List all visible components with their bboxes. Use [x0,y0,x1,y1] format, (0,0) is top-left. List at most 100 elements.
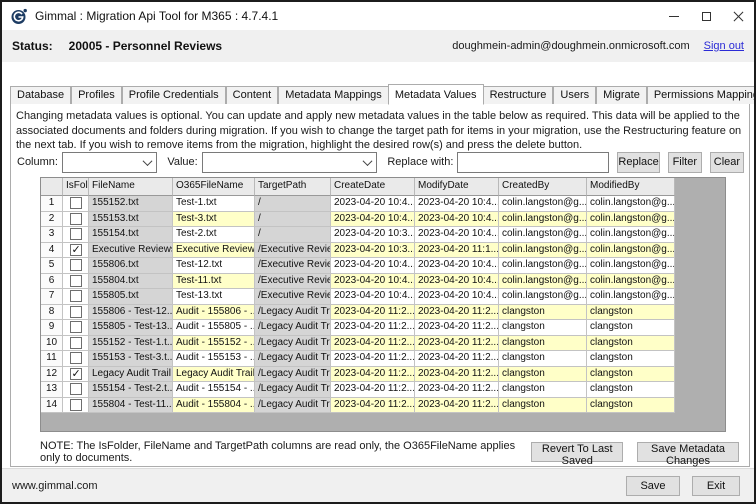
row-number[interactable]: 13 [41,382,63,398]
cell-modifydate[interactable]: 2023-04-20 10:4... [415,227,499,243]
cell-modifydate[interactable]: 2023-04-20 11:2... [415,382,499,398]
cell-createdate[interactable]: 2023-04-20 11:2... [331,336,415,352]
cell-o365filename[interactable]: Audit - 155806 - ... [173,305,255,321]
isfolder-checkbox[interactable] [70,290,82,302]
cell-o365filename[interactable]: Audit - 155152 - ... [173,336,255,352]
cell-modifiedby[interactable]: colin.langston@g... [587,289,675,305]
cell-filename[interactable]: 155805.txt [89,289,173,305]
column-header-filename[interactable]: FileName [89,178,173,196]
cell-createdate[interactable]: 2023-04-20 11:2... [331,382,415,398]
cell-o365filename[interactable]: Executive Reviews [173,243,255,259]
column-header-isfol[interactable]: IsFol [63,178,89,196]
cell-createdby[interactable]: colin.langston@g... [499,227,587,243]
cell-filename[interactable]: 155152 - Test-1.t... [89,336,173,352]
cell-createdate[interactable]: 2023-04-20 10:4... [331,274,415,290]
isfolder-checkbox[interactable] [70,399,82,411]
row-number[interactable]: 10 [41,336,63,352]
cell-createdate[interactable]: 2023-04-20 11:2... [331,367,415,383]
cell-o365filename[interactable]: Legacy Audit Trail [173,367,255,383]
cell-filename[interactable]: 155804.txt [89,274,173,290]
cell-filename[interactable]: 155804 - Test-11... [89,398,173,414]
cell-targetpath[interactable]: /Executive Revie... [255,289,331,305]
cell-createdate[interactable]: 2023-04-20 10:4... [331,289,415,305]
row-number[interactable]: 11 [41,351,63,367]
row-number[interactable]: 2 [41,212,63,228]
row-number[interactable]: 1 [41,196,63,212]
cell-o365filename[interactable]: Test-13.txt [173,289,255,305]
clear-button[interactable]: Clear [710,152,744,173]
cell-o365filename[interactable]: Test-12.txt [173,258,255,274]
cell-createdate[interactable]: 2023-04-20 10:3... [331,243,415,259]
cell-modifydate[interactable]: 2023-04-20 10:4... [415,274,499,290]
tab-metadata-values[interactable]: Metadata Values [388,84,484,105]
row-number[interactable]: 8 [41,305,63,321]
cell-createdby[interactable]: colin.langston@g... [499,274,587,290]
sign-out-link[interactable]: Sign out [704,40,744,52]
cell-targetpath[interactable]: /Legacy Audit Trail [255,305,331,321]
column-header-createdby[interactable]: CreatedBy [499,178,587,196]
cell-o365filename[interactable]: Test-11.txt [173,274,255,290]
row-number[interactable]: 9 [41,320,63,336]
cell-filename[interactable]: Executive Reviews [89,243,173,259]
cell-createdate[interactable]: 2023-04-20 11:2... [331,305,415,321]
cell-modifiedby[interactable]: colin.langston@g... [587,196,675,212]
row-number[interactable]: 6 [41,274,63,290]
isfolder-checkbox[interactable] [70,306,82,318]
isfolder-checkbox[interactable] [70,244,82,256]
column-header-modifydate[interactable]: ModifyDate [415,178,499,196]
cell-createdby[interactable]: colin.langston@g... [499,289,587,305]
cell-targetpath[interactable]: /Legacy Audit Trail [255,351,331,367]
cell-modifiedby[interactable]: clangston [587,336,675,352]
cell-modifiedby[interactable]: clangston [587,320,675,336]
cell-targetpath[interactable]: /Executive Revie... [255,243,331,259]
cell-modifydate[interactable]: 2023-04-20 10:4... [415,212,499,228]
cell-modifiedby[interactable]: colin.langston@g... [587,243,675,259]
cell-modifiedby[interactable]: colin.langston@g... [587,212,675,228]
isfolder-checkbox[interactable] [70,275,82,287]
cell-createdate[interactable]: 2023-04-20 10:4... [331,258,415,274]
close-button[interactable] [722,2,754,30]
cell-modifydate[interactable]: 2023-04-20 11:2... [415,351,499,367]
cell-createdate[interactable]: 2023-04-20 11:2... [331,320,415,336]
cell-filename[interactable]: 155806.txt [89,258,173,274]
isfolder-checkbox[interactable] [70,228,82,240]
cell-createdby[interactable]: clangston [499,351,587,367]
cell-createdate[interactable]: 2023-04-20 10:4... [331,196,415,212]
cell-o365filename[interactable]: Test-2.txt [173,227,255,243]
cell-createdate[interactable]: 2023-04-20 11:2... [331,398,415,414]
cell-createdby[interactable]: clangston [499,398,587,414]
tab-profile-credentials[interactable]: Profile Credentials [122,86,226,104]
cell-targetpath[interactable]: /Legacy Audit Trail [255,336,331,352]
cell-o365filename[interactable]: Test-3.txt [173,212,255,228]
cell-modifydate[interactable]: 2023-04-20 10:4... [415,289,499,305]
cell-modifydate[interactable]: 2023-04-20 10:4... [415,258,499,274]
maximize-button[interactable] [690,2,722,30]
value-combobox[interactable] [202,152,378,173]
cell-targetpath[interactable]: / [255,212,331,228]
cell-filename[interactable]: 155806 - Test-12... [89,305,173,321]
revert-to-last-saved-button[interactable]: Revert To Last Saved [531,442,623,462]
cell-o365filename[interactable]: Audit - 155154 - ... [173,382,255,398]
cell-filename[interactable]: 155153.txt [89,212,173,228]
column-header-createdate[interactable]: CreateDate [331,178,415,196]
cell-targetpath[interactable]: /Legacy Audit Trail [255,320,331,336]
row-number[interactable]: 4 [41,243,63,259]
row-number[interactable]: 14 [41,398,63,414]
cell-modifydate[interactable]: 2023-04-20 11:2... [415,320,499,336]
row-number[interactable]: 3 [41,227,63,243]
cell-createdby[interactable]: clangston [499,367,587,383]
isfolder-checkbox[interactable] [70,197,82,209]
cell-filename[interactable]: 155152.txt [89,196,173,212]
cell-createdate[interactable]: 2023-04-20 11:2... [331,351,415,367]
row-number[interactable]: 12 [41,367,63,383]
tab-migrate[interactable]: Migrate [596,86,647,104]
row-number[interactable]: 5 [41,258,63,274]
cell-createdby[interactable]: clangston [499,305,587,321]
replace-with-input[interactable] [457,152,609,173]
cell-modifydate[interactable]: 2023-04-20 11:2... [415,367,499,383]
exit-button[interactable]: Exit [692,476,740,496]
row-number[interactable]: 7 [41,289,63,305]
cell-createdby[interactable]: clangston [499,336,587,352]
isfolder-checkbox[interactable] [70,259,82,271]
cell-targetpath[interactable]: / [255,227,331,243]
